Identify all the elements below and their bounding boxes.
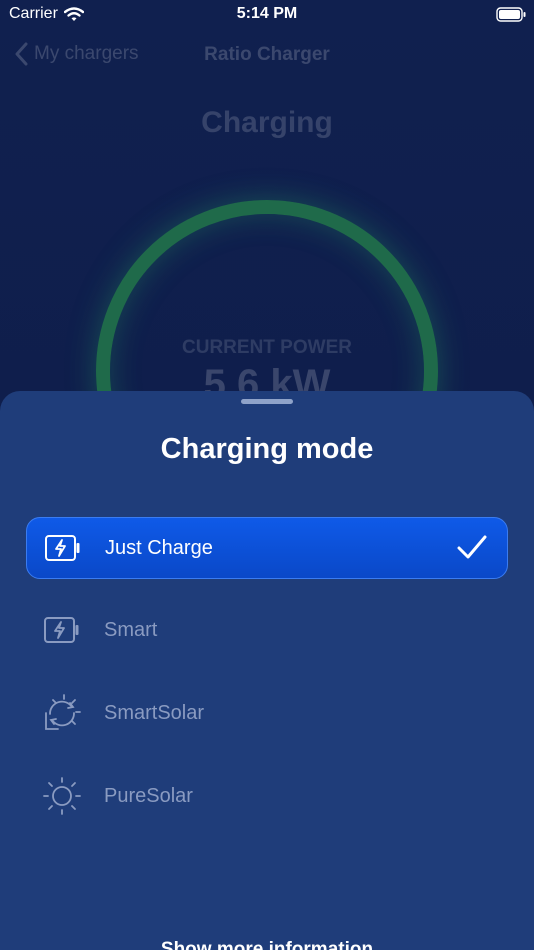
navigation-bar: My chargers Ratio Charger — [0, 40, 534, 72]
sheet-grabber[interactable] — [241, 399, 293, 404]
mode-option-puresolar[interactable]: PureSolar — [26, 765, 508, 827]
sun-icon — [42, 776, 82, 816]
nav-title: Ratio Charger — [204, 44, 330, 65]
charging-mode-sheet: Charging mode Just Charge Smart SmartSol… — [0, 391, 534, 950]
mode-option-label: Smart — [104, 618, 158, 641]
current-power-caption: CURRENT POWER — [182, 337, 352, 358]
mode-option-just-charge[interactable]: Just Charge — [26, 517, 508, 579]
charging-status-heading: Charging — [201, 106, 333, 139]
mode-option-label: SmartSolar — [104, 701, 205, 724]
battery-icon — [496, 7, 526, 22]
mode-option-label: Just Charge — [105, 536, 213, 559]
sun-sync-icon — [42, 693, 82, 733]
show-more-information-link[interactable]: Show more information — [0, 939, 534, 950]
sheet-title: Charging mode — [160, 433, 374, 465]
mode-option-smart[interactable]: Smart — [26, 599, 508, 661]
status-bar: Carrier 5:14 PM — [0, 0, 534, 30]
checkmark-icon — [457, 535, 487, 559]
mode-option-label: PureSolar — [104, 784, 193, 807]
battery-bolt-icon — [42, 610, 82, 650]
status-time: 5:14 PM — [236, 5, 298, 22]
mode-option-smartsolar[interactable]: SmartSolar — [26, 682, 508, 744]
battery-bolt-icon — [43, 528, 83, 568]
